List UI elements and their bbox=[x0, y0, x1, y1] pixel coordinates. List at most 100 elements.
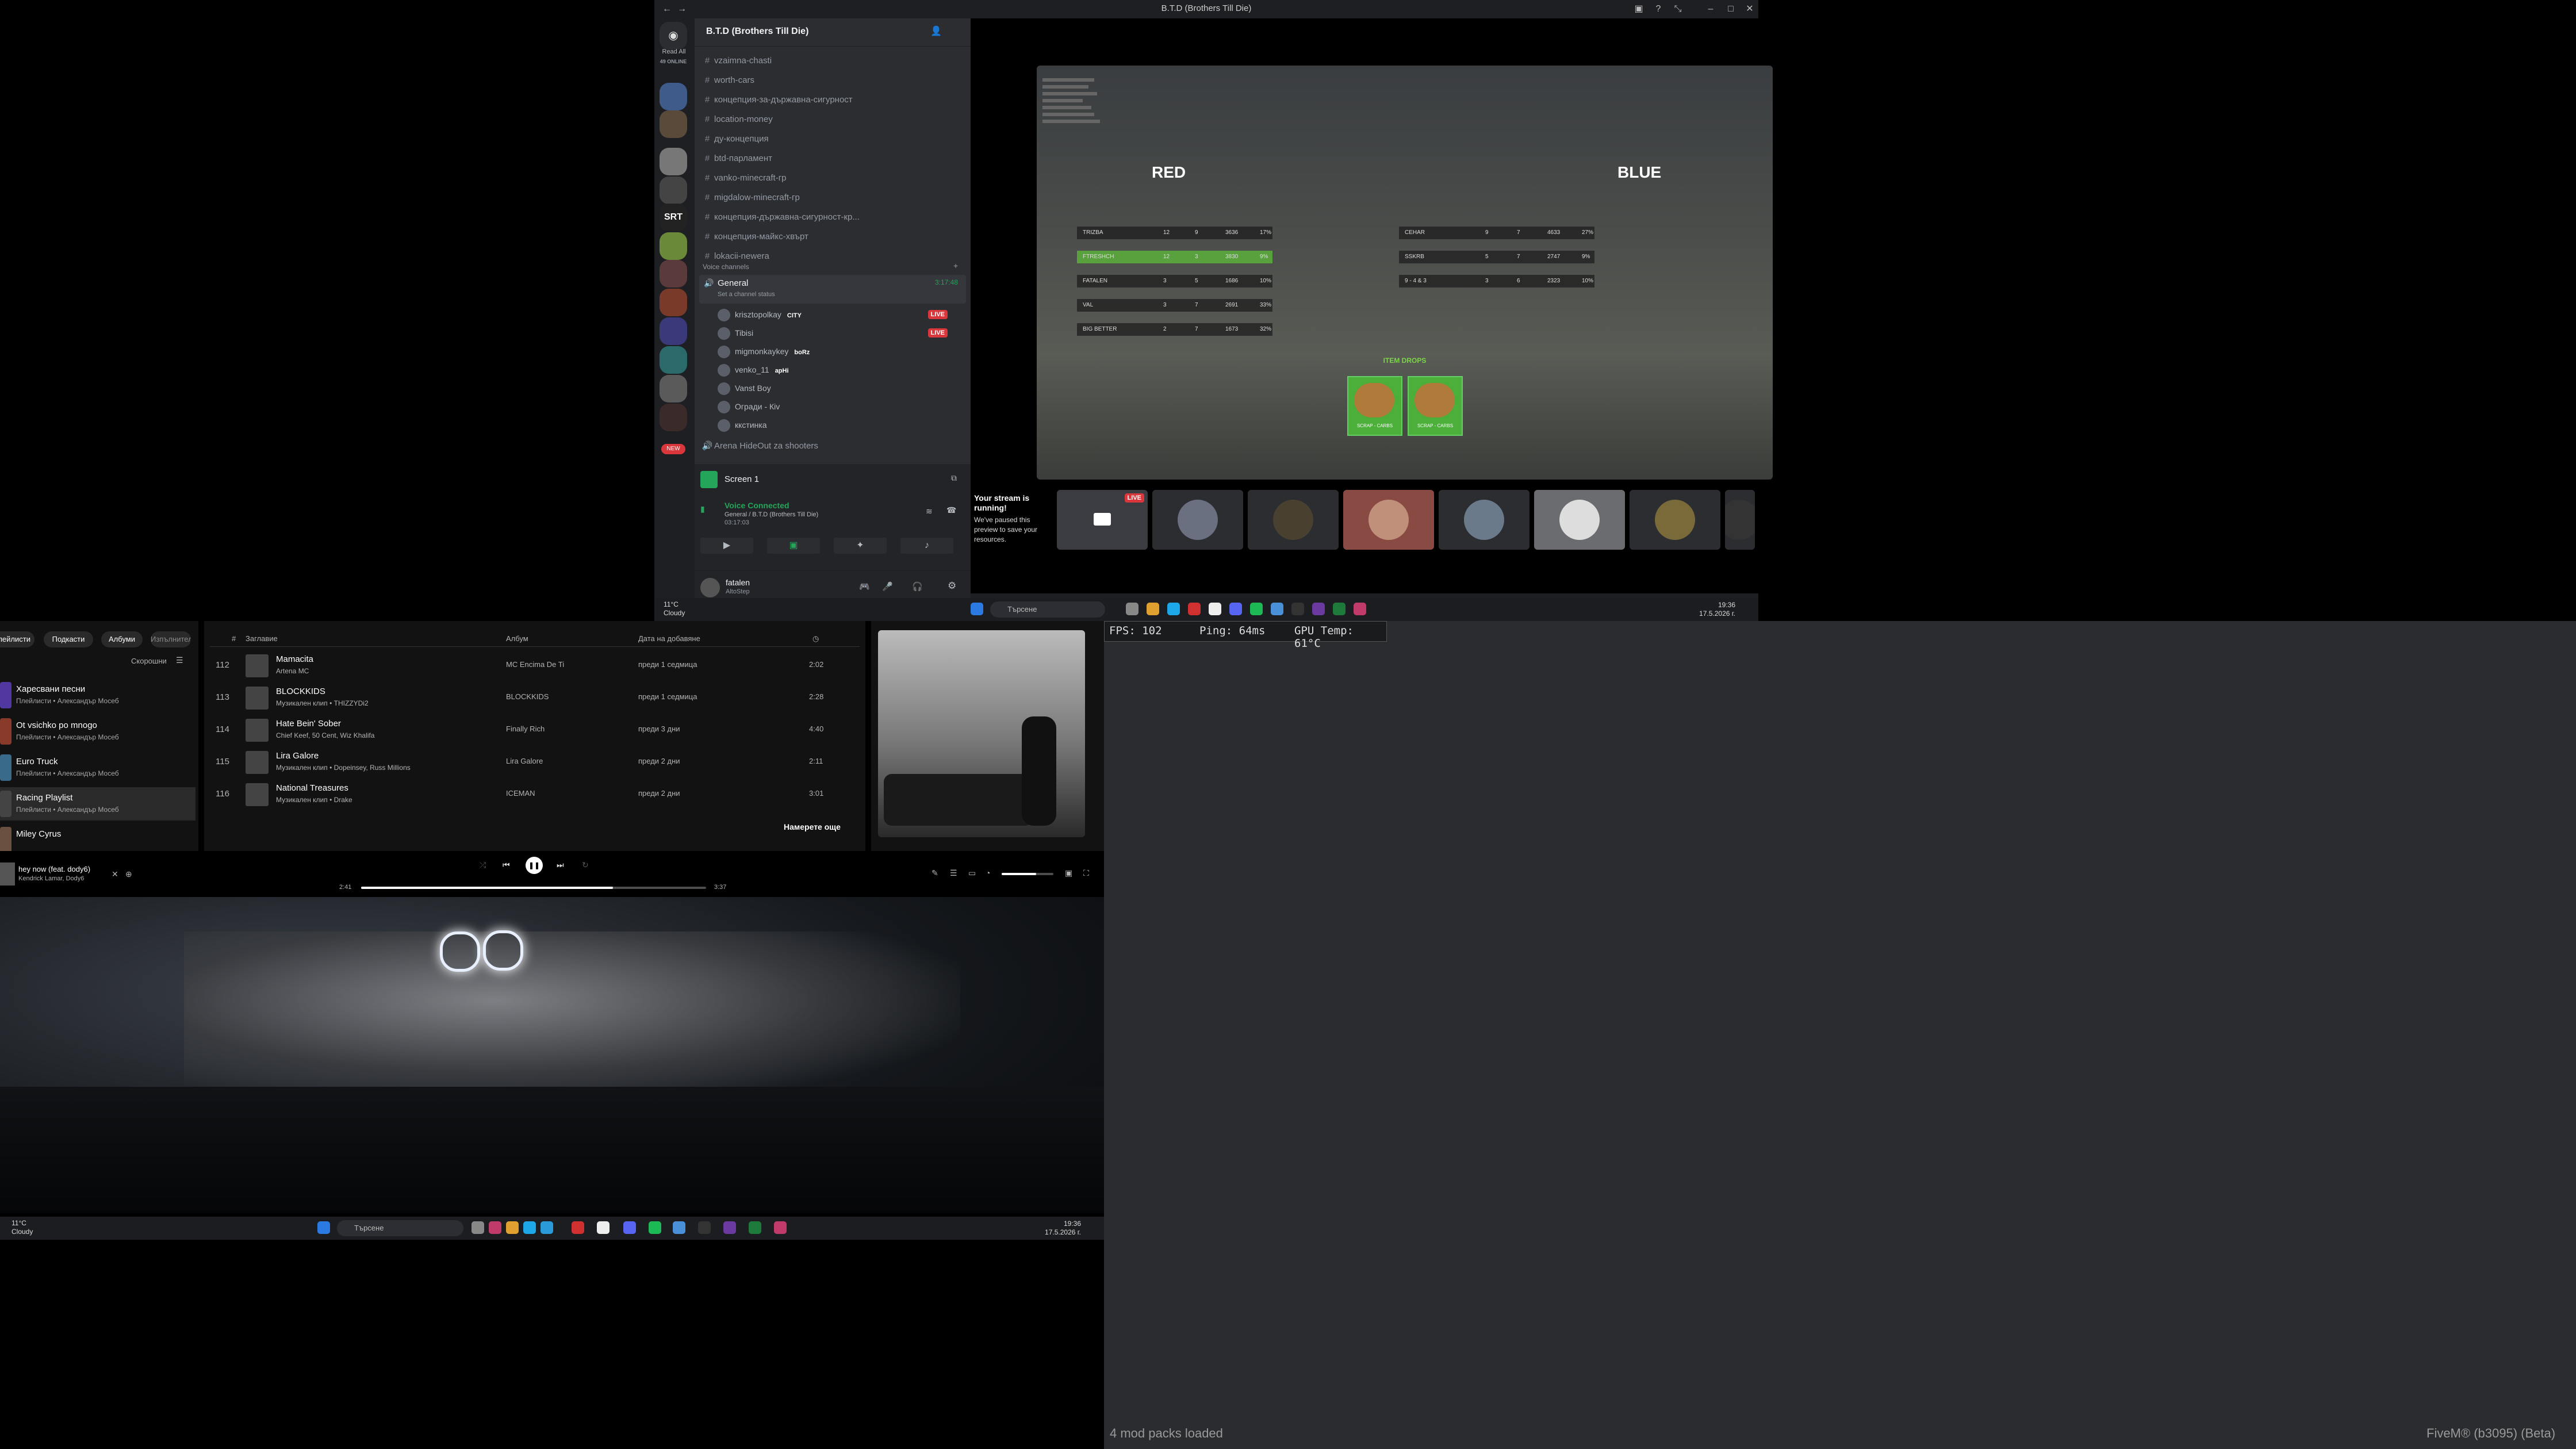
volume-icon[interactable]: ◔ bbox=[986, 868, 990, 877]
spotify-icon[interactable] bbox=[649, 1221, 661, 1234]
text-channel[interactable]: # worth-cars bbox=[700, 71, 965, 90]
taskbar-search[interactable]: Търсене bbox=[990, 601, 1105, 618]
server-icon[interactable] bbox=[660, 260, 687, 288]
start-icon[interactable] bbox=[971, 603, 983, 615]
voice-channel-general[interactable]: 🔊 General 3:17:48 Set a channel status bbox=[699, 275, 966, 304]
read-all-button[interactable]: Read All bbox=[657, 48, 691, 55]
disconnect-icon[interactable]: ☎ bbox=[946, 505, 956, 515]
explorer-icon[interactable] bbox=[506, 1221, 519, 1234]
track-album[interactable]: MC Encima De Ti bbox=[506, 660, 564, 669]
miniplayer-icon[interactable]: ▣ bbox=[1065, 868, 1072, 878]
track-artist[interactable]: Chief Keef, 50 Cent, Wiz Khalifa bbox=[276, 731, 374, 739]
clock[interactable]: 19:36 17.5.2026 г. bbox=[1023, 1220, 1081, 1237]
voice-channel-arena[interactable]: 🔊 Arena HideOut za shooters bbox=[700, 437, 965, 455]
col-album[interactable]: Албум bbox=[506, 634, 528, 643]
steam-icon[interactable] bbox=[698, 1221, 711, 1234]
discord-icon[interactable] bbox=[623, 1221, 636, 1234]
stream-video[interactable]: RED BLUE TRIZBA 12 9 3636 17% FTRESHCH 12 3 3830… bbox=[1037, 66, 1773, 480]
voice-user[interactable]: Vanst Boy bbox=[718, 379, 965, 397]
mic-icon[interactable]: 🎤 bbox=[882, 581, 893, 592]
library-playlist[interactable]: Харесвани песни Плейлисти • Александър Мо… bbox=[0, 678, 195, 712]
track-title[interactable]: BLOCKKIDS bbox=[276, 687, 325, 696]
voice-user[interactable]: Огради - Кiv bbox=[718, 398, 965, 415]
server-icon[interactable] bbox=[660, 375, 687, 402]
now-playing-title[interactable]: hey now (feat. dody6) bbox=[18, 865, 90, 873]
popout-icon[interactable]: ⧉ bbox=[951, 473, 957, 483]
add-icon[interactable]: ⊕ bbox=[125, 869, 132, 879]
track-thumbnail[interactable] bbox=[0, 862, 15, 885]
repeat-icon[interactable]: ↻ bbox=[582, 860, 589, 870]
track-title[interactable]: Lira Galore bbox=[276, 751, 319, 761]
library-playlist[interactable]: Euro Truck Плейлисти • Александър Мосеб bbox=[0, 751, 195, 784]
text-channel[interactable]: # btd-парламент bbox=[700, 150, 965, 168]
hide-icon[interactable]: ✕ bbox=[112, 869, 118, 879]
text-channel[interactable]: # концепция-за-държавна-сигурност bbox=[700, 91, 965, 109]
server-icon[interactable] bbox=[660, 404, 687, 431]
filter-chip-artists[interactable]: Изпълнители bbox=[151, 631, 191, 647]
track-artist[interactable]: Музикален клип • Dopeinsey, Russ Million… bbox=[276, 764, 411, 772]
library-playlist[interactable]: Ot vsichko po mnogo Плейлисти • Александъ… bbox=[0, 715, 195, 748]
text-channel[interactable]: # location-money bbox=[700, 110, 965, 129]
app-icon[interactable] bbox=[1312, 603, 1325, 615]
mail-icon[interactable] bbox=[673, 1221, 685, 1234]
text-channel[interactable]: # vzaimna-chasti bbox=[700, 52, 965, 70]
participant-tile[interactable] bbox=[1343, 490, 1434, 550]
track-album[interactable]: BLOCKKIDS bbox=[506, 692, 549, 701]
opera-icon[interactable] bbox=[572, 1221, 584, 1234]
server-header[interactable]: B.T.D (Brothers Till Die) 👤 bbox=[695, 18, 971, 47]
track-album[interactable]: ICEMAN bbox=[506, 789, 535, 798]
participant-tile[interactable] bbox=[1248, 490, 1339, 550]
queue-icon[interactable]: ☰ bbox=[950, 868, 957, 878]
server-icon[interactable] bbox=[660, 83, 687, 110]
edge-icon[interactable] bbox=[1167, 603, 1180, 615]
signal-icon[interactable]: ▮ bbox=[700, 504, 712, 516]
activities-button[interactable]: ✦ bbox=[834, 538, 887, 554]
share-screen-button[interactable]: ▣ bbox=[767, 538, 820, 554]
track-title[interactable]: Mamacita bbox=[276, 654, 313, 664]
taskview-icon[interactable] bbox=[1126, 603, 1138, 615]
device-icon[interactable]: ▭ bbox=[968, 868, 976, 878]
track-title[interactable]: National Treasures bbox=[276, 783, 348, 793]
discord-home-icon[interactable]: ◉ bbox=[660, 22, 687, 49]
voice-user[interactable]: krisztopolkay CITY LIVE bbox=[718, 306, 965, 323]
clock[interactable]: 19:36 17.5.2026 г. bbox=[1689, 601, 1735, 618]
track-artist[interactable]: Artena MC bbox=[276, 667, 309, 675]
minimize-icon[interactable]: – bbox=[1704, 2, 1718, 16]
server-icon[interactable] bbox=[660, 177, 687, 204]
volume-slider[interactable] bbox=[1002, 873, 1053, 875]
store-icon[interactable] bbox=[597, 1221, 610, 1234]
server-icon[interactable] bbox=[660, 346, 687, 374]
participant-tile[interactable] bbox=[1534, 490, 1625, 550]
add-channel-icon[interactable]: + bbox=[953, 261, 958, 270]
fivem-icon[interactable] bbox=[774, 1221, 787, 1234]
next-icon[interactable]: ⏭ bbox=[557, 860, 564, 870]
store-icon[interactable] bbox=[1209, 603, 1221, 615]
filter-chip-playlists[interactable]: Плейлисти bbox=[0, 631, 34, 647]
track-album[interactable]: Finally Rich bbox=[506, 724, 545, 733]
mail-icon[interactable] bbox=[1271, 603, 1283, 615]
progress-bar[interactable] bbox=[361, 887, 706, 889]
explorer-icon[interactable] bbox=[1147, 603, 1159, 615]
voice-user[interactable]: Tibisi LIVE bbox=[718, 324, 965, 342]
taskbar-search[interactable]: Търсене bbox=[337, 1220, 463, 1236]
opera-icon[interactable] bbox=[1188, 603, 1201, 615]
track-row[interactable]: 112 Mamacita Artena MC MC Encima De Ti преди… bbox=[204, 650, 865, 682]
stream-tile[interactable]: LIVE bbox=[1057, 490, 1148, 550]
noise-icon[interactable]: ≋ bbox=[926, 507, 933, 516]
steam-icon[interactable] bbox=[1291, 603, 1304, 615]
sort-button[interactable]: Скорошни bbox=[131, 657, 167, 665]
voice-section-label[interactable]: Voice channels bbox=[703, 263, 749, 271]
inbox-icon[interactable]: ▣ bbox=[1632, 2, 1646, 16]
track-row[interactable]: 114 Hate Bein' Sober Chief Keef, 50 Cent, … bbox=[204, 714, 865, 746]
track-row[interactable]: 113 BLOCKKIDS Музикален клип • THIZZYDi2 BL… bbox=[204, 682, 865, 714]
soundboard-button[interactable]: ♪ bbox=[900, 538, 953, 554]
start-icon[interactable] bbox=[317, 1221, 330, 1234]
fullscreen-icon[interactable]: ⛶ bbox=[1083, 868, 1089, 878]
spotify-icon[interactable] bbox=[1250, 603, 1263, 615]
now-playing-artist[interactable]: Kendrick Lamar, Dody6 bbox=[18, 875, 84, 882]
participant-tile[interactable] bbox=[1630, 490, 1720, 550]
shrink-icon[interactable]: ⤡ bbox=[1671, 2, 1685, 16]
voice-user[interactable]: ккстинка bbox=[718, 416, 965, 434]
col-title[interactable]: Заглавие bbox=[246, 634, 278, 643]
shuffle-icon[interactable]: ⤮ bbox=[480, 860, 486, 870]
